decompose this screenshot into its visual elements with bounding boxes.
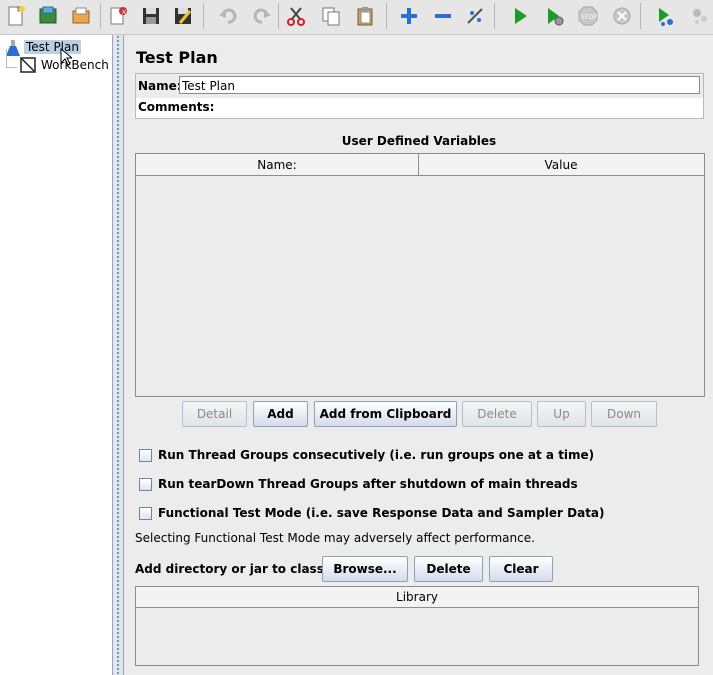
add-from-clipboard-button[interactable]: Add from Clipboard bbox=[314, 401, 457, 427]
new-document-icon[interactable] bbox=[1, 1, 31, 31]
column-header-library[interactable]: Library bbox=[136, 587, 698, 608]
column-header-name[interactable]: Name: bbox=[136, 154, 419, 175]
user-defined-variables-title: User Defined Variables bbox=[341, 134, 497, 148]
checkbox-label: Run Thread Groups consecutively (i.e. ru… bbox=[158, 448, 595, 462]
test-plan-tree: Test Plan WorkBench bbox=[0, 35, 112, 675]
run-consecutively-option[interactable]: Run Thread Groups consecutively (i.e. ru… bbox=[139, 448, 594, 462]
functional-mode-note: Selecting Functional Test Mode may adver… bbox=[135, 531, 535, 545]
pane-splitter[interactable] bbox=[112, 35, 124, 675]
toolbar-separator bbox=[203, 3, 204, 29]
start-no-pauses-icon[interactable] bbox=[539, 1, 569, 31]
undo-icon[interactable] bbox=[213, 1, 243, 31]
save-as-icon[interactable] bbox=[168, 1, 198, 31]
cut-icon[interactable] bbox=[281, 1, 311, 31]
toolbar: × STOP bbox=[0, 0, 713, 35]
stop-icon[interactable]: STOP bbox=[573, 1, 603, 31]
checkbox-label: Functional Test Mode (i.e. save Response… bbox=[158, 506, 605, 520]
library-table[interactable]: Library bbox=[135, 586, 699, 666]
name-input[interactable]: Test Plan bbox=[179, 76, 700, 94]
browse-button[interactable]: Browse... bbox=[322, 556, 408, 582]
remote-start-icon[interactable] bbox=[650, 1, 680, 31]
add-button[interactable]: Add bbox=[253, 401, 308, 427]
paste-icon[interactable] bbox=[350, 1, 380, 31]
page-title: Test Plan bbox=[136, 48, 218, 67]
run-consecutively-checkbox[interactable] bbox=[139, 448, 152, 462]
start-icon[interactable] bbox=[505, 1, 535, 31]
tree-item-label: WorkBench bbox=[41, 58, 109, 72]
detail-button[interactable]: Detail bbox=[182, 401, 247, 427]
name-label: Name: bbox=[138, 79, 182, 93]
run-teardown-checkbox[interactable] bbox=[139, 477, 152, 491]
close-icon[interactable]: × bbox=[103, 1, 133, 31]
clear-button[interactable]: Clear bbox=[489, 556, 553, 582]
open-icon[interactable] bbox=[66, 1, 96, 31]
collapse-icon[interactable] bbox=[428, 1, 458, 31]
tree-line bbox=[6, 49, 17, 68]
test-plan-panel: Test Plan Name: Test Plan Comments: User… bbox=[125, 35, 713, 675]
tree-item-label: Test Plan bbox=[24, 40, 81, 54]
toggle-icon[interactable] bbox=[460, 1, 490, 31]
functional-test-mode-option[interactable]: Functional Test Mode (i.e. save Response… bbox=[139, 506, 605, 520]
functional-test-mode-checkbox[interactable] bbox=[139, 506, 152, 520]
down-button[interactable]: Down bbox=[591, 401, 657, 427]
svg-text:STOP: STOP bbox=[581, 14, 597, 21]
delete-classpath-button[interactable]: Delete bbox=[414, 556, 483, 582]
remote-stop-icon[interactable] bbox=[684, 1, 713, 31]
toolbar-separator bbox=[386, 3, 387, 29]
up-button[interactable]: Up bbox=[537, 401, 586, 427]
save-icon[interactable] bbox=[136, 1, 166, 31]
name-comments-box: Name: Test Plan Comments: bbox=[135, 73, 704, 119]
run-teardown-option[interactable]: Run tearDown Thread Groups after shutdow… bbox=[139, 477, 578, 491]
column-header-value[interactable]: Value bbox=[419, 154, 703, 175]
toolbar-separator bbox=[640, 3, 641, 29]
redo-icon[interactable] bbox=[247, 1, 277, 31]
user-defined-variables-table[interactable]: Name: Value bbox=[135, 153, 705, 397]
delete-variable-button[interactable]: Delete bbox=[462, 401, 532, 427]
checkbox-label: Run tearDown Thread Groups after shutdow… bbox=[158, 477, 578, 491]
table-header: Name: Value bbox=[136, 154, 704, 176]
mouse-cursor-icon bbox=[60, 47, 74, 69]
toolbar-separator bbox=[494, 3, 495, 29]
copy-icon[interactable] bbox=[316, 1, 346, 31]
shutdown-icon[interactable] bbox=[607, 1, 637, 31]
expand-icon[interactable] bbox=[394, 1, 424, 31]
comments-label: Comments: bbox=[138, 100, 215, 114]
toolbar-separator bbox=[100, 3, 101, 29]
workbench-icon bbox=[20, 57, 36, 73]
toolbar-separator bbox=[278, 3, 279, 29]
templates-icon[interactable] bbox=[33, 1, 63, 31]
svg-text:×: × bbox=[121, 8, 127, 16]
